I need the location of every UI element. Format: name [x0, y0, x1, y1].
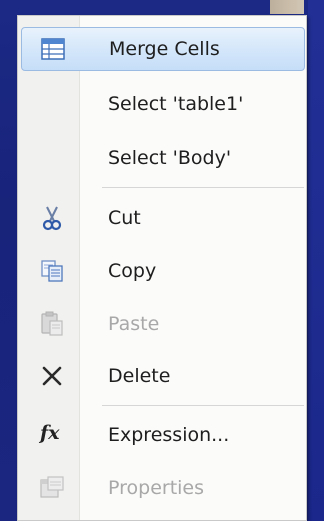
fx-icon: fx — [40, 422, 60, 444]
menu-separator — [102, 405, 304, 406]
menu-separator — [102, 187, 304, 188]
menu-item-label: Copy — [108, 260, 157, 282]
menu-item-label: Merge Cells — [109, 38, 220, 60]
menu-item-cut[interactable]: Cut — [21, 196, 305, 240]
menu-item-select-table1[interactable]: Select 'table1' — [21, 82, 305, 126]
menu-item-label: Properties — [108, 477, 205, 499]
menu-item-select-body[interactable]: Select 'Body' — [21, 136, 305, 180]
menu-item-label: Select 'table1' — [108, 93, 244, 115]
menu-item-label: Paste — [108, 313, 160, 335]
menu-item-merge-cells[interactable]: Merge Cells — [21, 27, 305, 71]
menu-item-label: Select 'Body' — [108, 147, 232, 169]
menu-item-paste[interactable]: Paste — [21, 302, 305, 346]
menu-item-label: Delete — [108, 365, 171, 387]
background-blurred-object — [270, 0, 304, 14]
properties-icon — [37, 473, 67, 503]
delete-x-icon — [37, 361, 67, 391]
paste-icon — [37, 309, 67, 339]
merge-cells-icon — [38, 34, 68, 64]
menu-item-label: Expression... — [108, 424, 230, 446]
menu-item-delete[interactable]: Delete — [21, 354, 305, 398]
menu-item-label: Cut — [108, 207, 141, 229]
copy-icon — [37, 256, 67, 286]
menu-item-expression[interactable]: fx Expression... — [21, 413, 305, 457]
menu-item-properties[interactable]: Properties — [21, 466, 305, 510]
scissors-icon — [37, 203, 67, 233]
menu-item-copy[interactable]: Copy — [21, 249, 305, 293]
context-menu: Merge Cells Select 'table1' Select 'Body… — [17, 15, 307, 521]
background-right-edge — [308, 0, 324, 521]
